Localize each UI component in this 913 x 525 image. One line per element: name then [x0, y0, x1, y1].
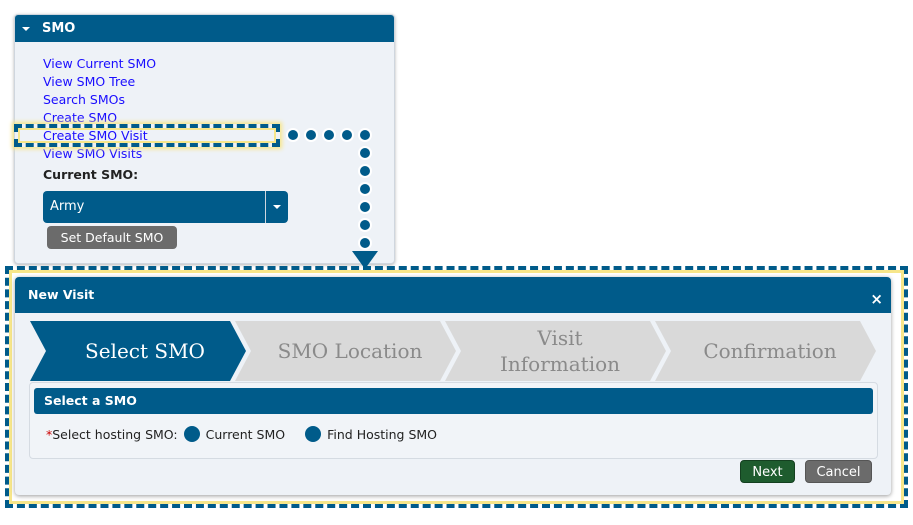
close-icon[interactable]: × [870, 281, 883, 317]
step-visit-information[interactable]: Visit Information [465, 321, 655, 381]
link-view-current-smo[interactable]: View Current SMO [43, 56, 156, 71]
link-create-smo[interactable]: Create SMO [43, 110, 117, 125]
connector-dot [304, 128, 318, 142]
connector-dot [286, 128, 300, 142]
section-title: Select a SMO [34, 388, 873, 414]
select-smo-section: Select a SMO *Select hosting SMO: Curren… [29, 382, 878, 459]
connector-dot [358, 236, 372, 250]
connector-dot [358, 200, 372, 214]
connector-dot [322, 128, 336, 142]
select-divider [265, 191, 266, 223]
current-smo-value: Army [50, 199, 85, 214]
radio-current-smo-label[interactable]: Current SMO [206, 427, 285, 442]
link-view-smo-tree[interactable]: View SMO Tree [43, 74, 135, 89]
next-button[interactable]: Next [740, 460, 795, 483]
smo-panel-title: SMO [42, 21, 76, 36]
new-visit-dialog: New Visit × Select SMO SMO Location Visi… [15, 277, 891, 495]
step-smo-location[interactable]: SMO Location [255, 321, 445, 381]
dialog-header: New Visit × [15, 277, 891, 313]
link-search-smos[interactable]: Search SMOs [43, 92, 125, 107]
connector-dot [358, 218, 372, 232]
hosting-smo-label: *Select hosting SMO: [46, 427, 178, 442]
chevron-down-icon [273, 205, 281, 209]
step-confirmation[interactable]: Confirmation [675, 321, 865, 381]
set-default-smo-button[interactable]: Set Default SMO [47, 226, 177, 249]
connector-dot [358, 182, 372, 196]
radio-find-hosting-smo[interactable] [305, 426, 322, 442]
radio-find-hosting-smo-label[interactable]: Find Hosting SMO [327, 427, 437, 442]
connector-dot [340, 128, 354, 142]
connector-dot [358, 128, 372, 142]
link-view-smo-visits[interactable]: View SMO Visits [43, 146, 142, 161]
dialog-title: New Visit [28, 287, 95, 302]
current-smo-select[interactable]: Army [43, 191, 288, 223]
current-smo-label: Current SMO: [43, 167, 139, 182]
highlight-create-smo-visit [14, 124, 280, 147]
connector-dot [358, 164, 372, 178]
step-select-smo[interactable]: Select SMO [55, 321, 235, 381]
hosting-smo-label-text: Select hosting SMO: [52, 426, 178, 442]
cancel-button[interactable]: Cancel [805, 460, 872, 483]
caret-down-icon [22, 27, 30, 31]
smo-panel-header[interactable]: SMO [15, 15, 394, 42]
radio-current-smo[interactable] [183, 426, 200, 442]
connector-dot [358, 146, 372, 160]
